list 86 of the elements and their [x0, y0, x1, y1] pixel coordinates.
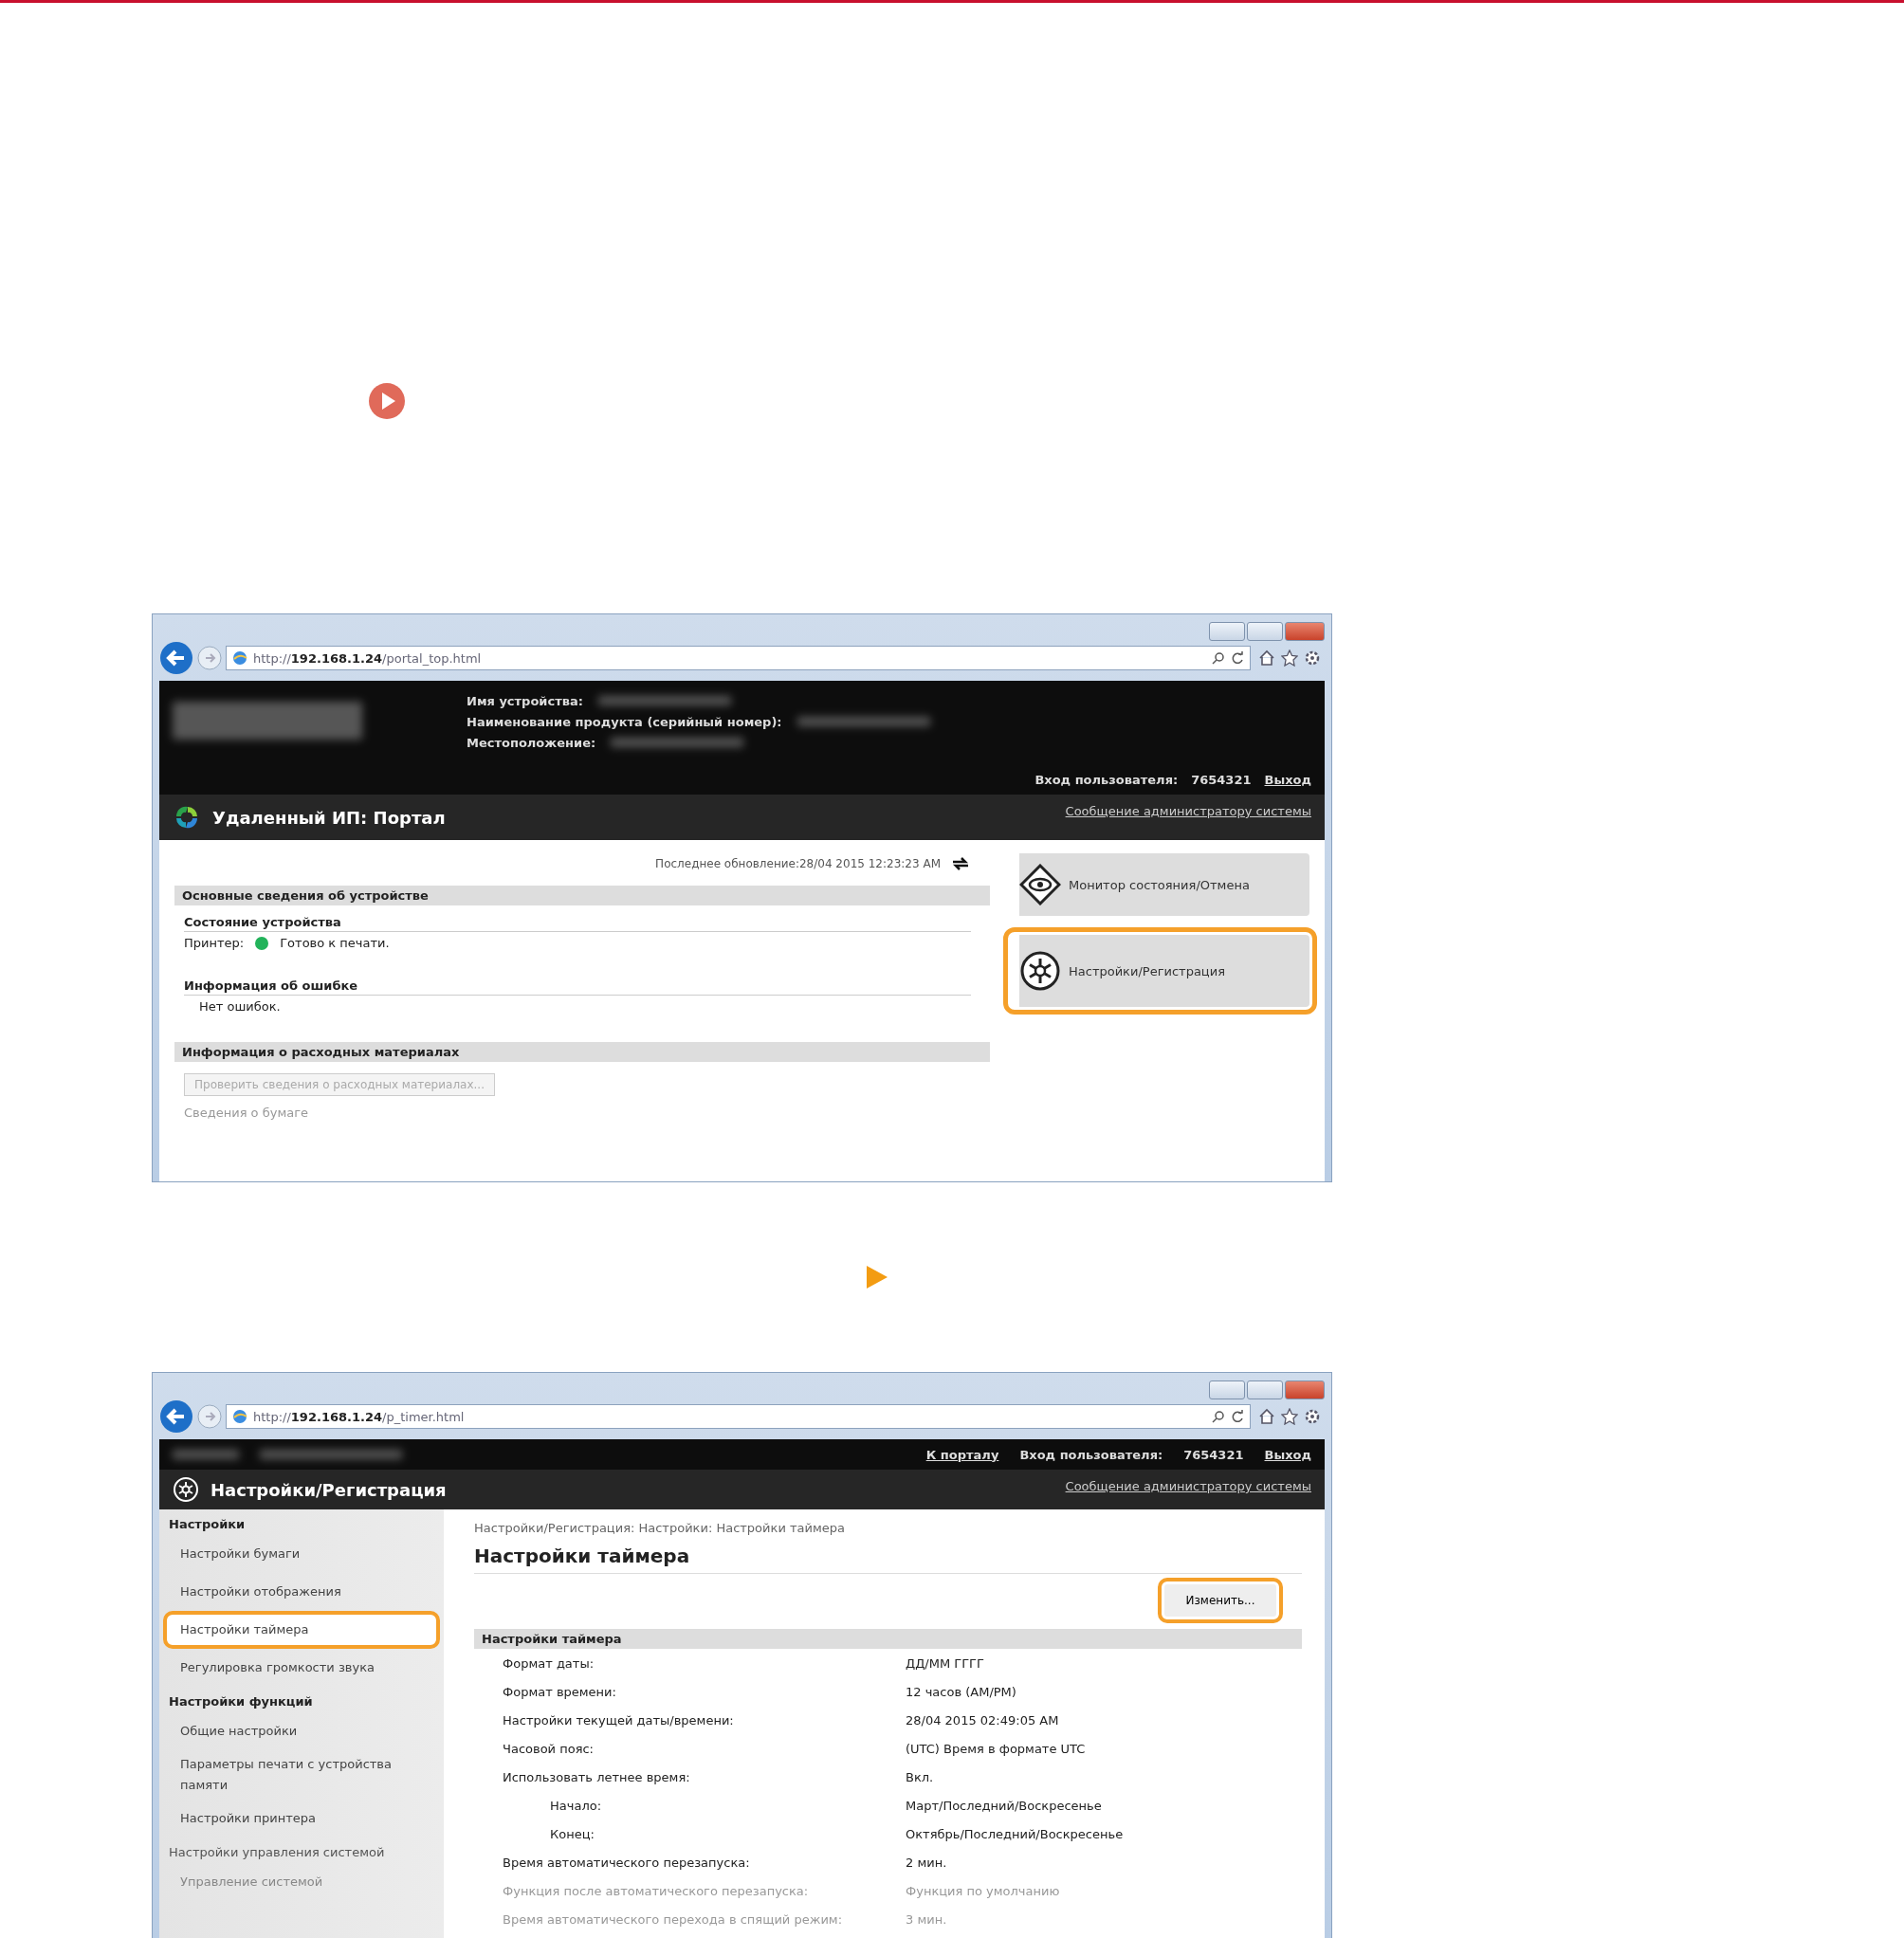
- login-label: Вход пользователя:: [1034, 773, 1179, 787]
- sidebar-group-title: Настройки: [168, 1516, 247, 1533]
- gear-icon: [173, 1476, 199, 1503]
- url-text: http://192.168.1.24/p_timer.html: [253, 1409, 466, 1424]
- home-icon[interactable]: [1258, 649, 1275, 667]
- star-icon[interactable]: [1281, 649, 1298, 667]
- setting-value: Март/Последний/Воскресенье: [906, 1798, 1102, 1813]
- status-text: Готово к печати.: [280, 936, 390, 950]
- group-title: Состояние устройства: [184, 915, 971, 932]
- last-update-text: Последнее обновление:28/04 2015 12:23:23 AM: [655, 857, 941, 870]
- page-title: Настройки/Регистрация: [211, 1479, 448, 1500]
- sidebar-item[interactable]: Настройки таймера: [163, 1611, 440, 1649]
- setting-value: 28/04 2015 02:49:05 AM: [906, 1712, 1059, 1728]
- admin-message-link[interactable]: Сообщение администратору системы: [1065, 1470, 1311, 1493]
- menu-button[interactable]: Настройки/Регистрация: [1003, 927, 1317, 1015]
- setting-value: ДД/ММ ГГГГ: [906, 1655, 984, 1671]
- maximize-button[interactable]: [1247, 1380, 1283, 1399]
- gear-icon: [1019, 950, 1061, 992]
- home-icon[interactable]: [1258, 1408, 1275, 1425]
- sidebar-item[interactable]: Настройки принтера: [163, 1800, 440, 1837]
- sidebar-item[interactable]: Параметры печати с устройства памяти: [163, 1750, 440, 1800]
- settings-icon[interactable]: [1304, 649, 1321, 667]
- setting-value: Октябрь/Последний/Воскресенье: [906, 1826, 1124, 1841]
- setting-value: 2 мин.: [906, 1855, 947, 1870]
- refresh-icon[interactable]: [950, 855, 971, 872]
- search-icon[interactable]: [1212, 651, 1225, 665]
- blurred-text: [173, 1450, 239, 1459]
- page-heading: Настройки таймера: [474, 1541, 1302, 1574]
- logout-link[interactable]: Выход: [1264, 1447, 1311, 1462]
- back-button[interactable]: [159, 1399, 193, 1434]
- field-label: Наименование продукта (серийный номер):: [467, 714, 782, 729]
- maximize-button[interactable]: [1247, 622, 1283, 641]
- setting-label: Конец:: [549, 1826, 595, 1841]
- eye-icon: [1019, 864, 1061, 905]
- admin-message-link[interactable]: Сообщение администратору системы: [1065, 795, 1311, 818]
- address-bar[interactable]: http://192.168.1.24/p_timer.html: [226, 1404, 1251, 1429]
- info-text: Нет ошибок.: [198, 999, 282, 1014]
- user-id: 7654321: [1191, 773, 1252, 787]
- globe-icon: [232, 650, 247, 666]
- edit-button[interactable]: Изменить...: [1158, 1578, 1283, 1623]
- status-label: Принтер:: [184, 936, 245, 950]
- star-icon[interactable]: [1281, 1408, 1298, 1425]
- setting-label: Функция после автоматического перезапуска:: [502, 1883, 810, 1898]
- setting-label: Начало:: [549, 1798, 603, 1813]
- address-bar[interactable]: http://192.168.1.24/portal_top.html: [226, 646, 1251, 670]
- setting-value: (UTC) Время в формате UTC: [906, 1741, 1086, 1756]
- user-id: 7654321: [1183, 1447, 1244, 1462]
- refresh-icon[interactable]: [1231, 651, 1244, 665]
- setting-label: Формат времени:: [502, 1684, 617, 1699]
- url-text: http://192.168.1.24/portal_top.html: [253, 650, 483, 666]
- next-arrow-icon: [865, 1264, 889, 1290]
- setting-label: Время автоматического перехода в спящий режим:: [502, 1911, 844, 1927]
- section-header: Настройки таймера: [474, 1629, 1302, 1649]
- logout-link[interactable]: Выход: [1264, 773, 1311, 787]
- field-label: Имя устройства:: [467, 693, 583, 708]
- setting-label: Время автоматического перезапуска:: [502, 1855, 751, 1870]
- breadcrumb: Настройки/Регистрация: Настройки: Настройки таймера: [474, 1520, 846, 1537]
- refresh-icon[interactable]: [1231, 1410, 1244, 1423]
- portal-link[interactable]: К порталу: [925, 1447, 999, 1462]
- page-title: Удаленный ИП: Портал: [212, 807, 447, 828]
- setting-value: Вкл.: [906, 1769, 934, 1784]
- setting-label: Часовой пояс:: [502, 1741, 595, 1756]
- minimize-button[interactable]: [1209, 622, 1245, 641]
- setting-value: Функция по умолчанию: [906, 1883, 1060, 1898]
- setting-label: Использовать летнее время:: [502, 1769, 691, 1784]
- minimize-button[interactable]: [1209, 1380, 1245, 1399]
- sidebar-group-title: Настройки функций: [168, 1693, 314, 1710]
- sidebar-item[interactable]: Настройки бумаги: [163, 1535, 440, 1573]
- field-label: Местоположение:: [467, 735, 596, 750]
- sidebar-group-title: Настройки управления системой: [168, 1844, 386, 1861]
- settings-icon[interactable]: [1304, 1408, 1321, 1425]
- setting-label: Формат даты:: [502, 1655, 595, 1671]
- sidebar-item[interactable]: Настройки отображения: [163, 1573, 440, 1611]
- setting-value: 3 мин.: [906, 1911, 947, 1927]
- setting-label: Настройки текущей даты/времени:: [502, 1712, 735, 1728]
- sidebar-item[interactable]: Регулировка громкости звука: [163, 1649, 440, 1687]
- setting-value: 12 часов (AM/PM): [906, 1684, 1016, 1699]
- login-label: Вход пользователя:: [1019, 1447, 1163, 1462]
- sidebar-item[interactable]: Общие настройки: [163, 1712, 440, 1750]
- globe-icon: [232, 1409, 247, 1424]
- back-button[interactable]: [159, 641, 193, 675]
- group-title: Информация об ошибке: [184, 978, 971, 996]
- section-header: Информация о расходных материалах: [174, 1042, 990, 1062]
- play-icon: [368, 382, 406, 420]
- search-icon[interactable]: [1212, 1410, 1225, 1423]
- section-header: Основные сведения об устройстве: [174, 886, 990, 905]
